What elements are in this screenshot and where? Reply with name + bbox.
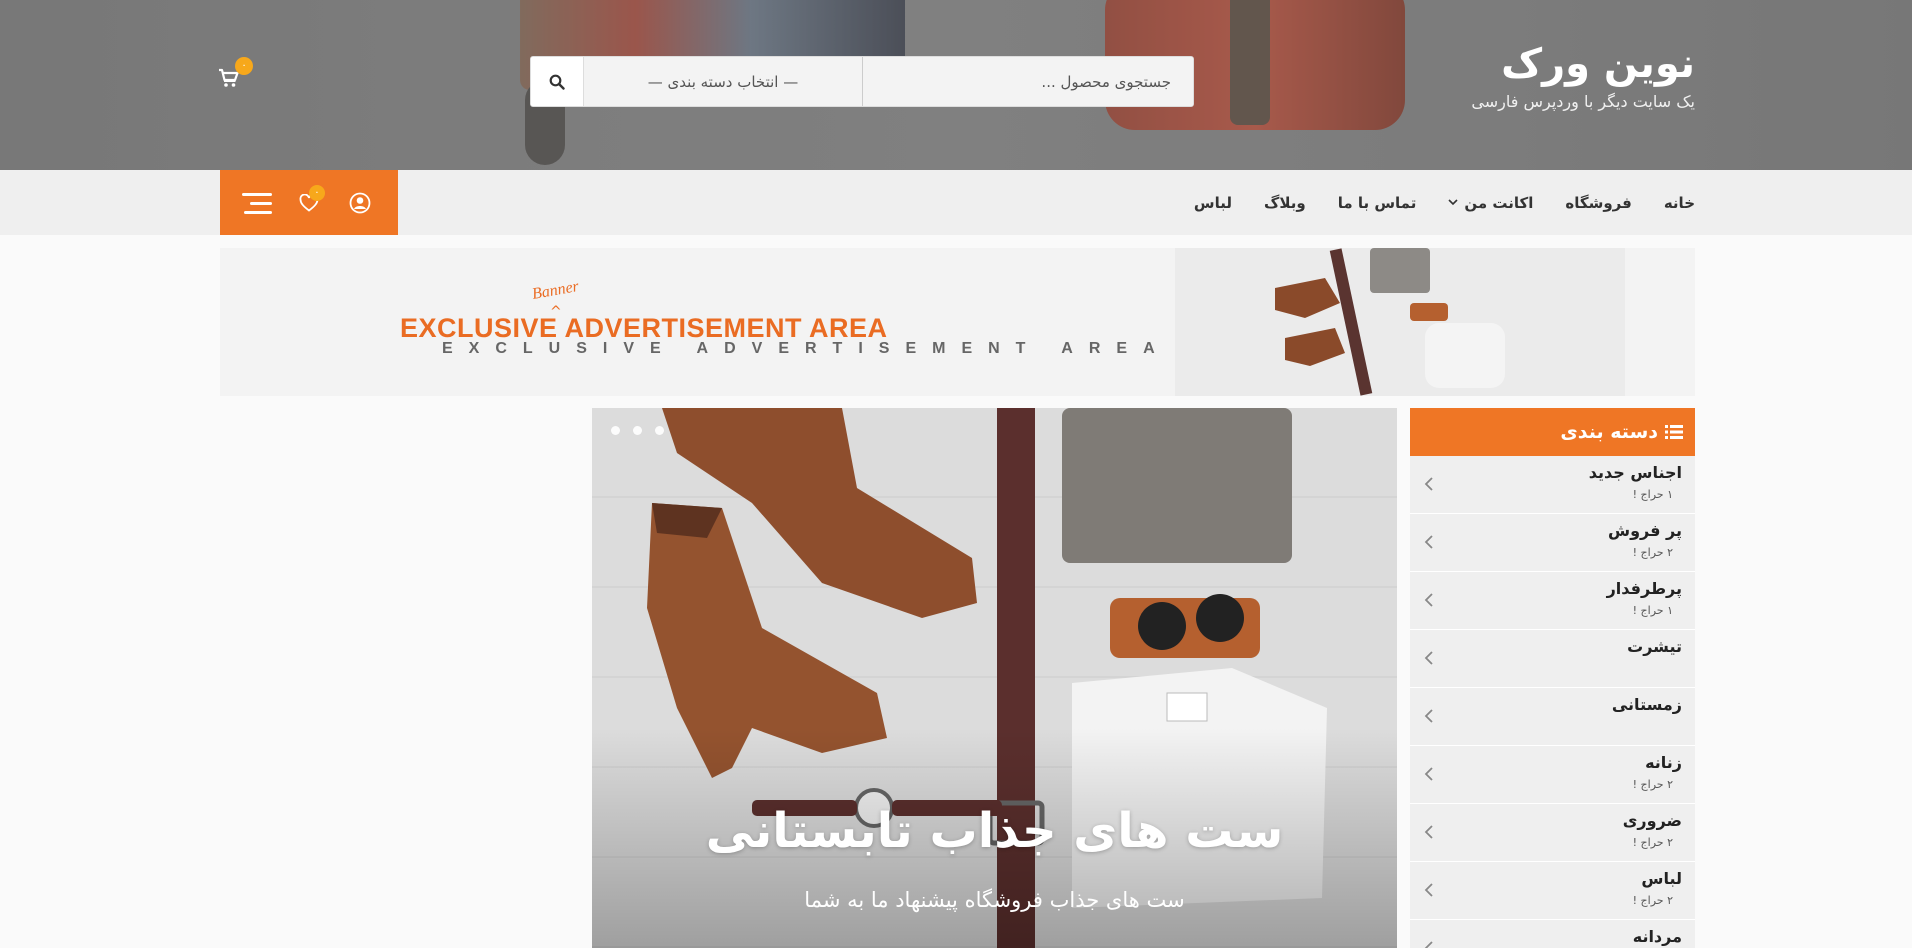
category-sale-count: ۲ حراج ! xyxy=(1632,836,1673,849)
slide-title: ست های جذاب تابستانی xyxy=(705,803,1284,859)
category-sale-count: ۲ حراج ! xyxy=(1632,778,1673,791)
nav-item-label: اکانت من xyxy=(1464,193,1534,212)
category-name: زمستانی xyxy=(1611,695,1682,714)
category-sidebar-title: دسته بندی xyxy=(1560,421,1658,443)
category-sidebar: دسته بندی اجناس جدید ۱ حراج ! پر فروش ۲ … xyxy=(1410,408,1695,948)
nav-item-label: لباس xyxy=(1193,193,1232,212)
nav-menu: خانه فروشگاه اکانت من تماس با ما وبلاگ ل… xyxy=(1194,170,1695,235)
category-select[interactable]: — انتخاب دسته بندی — xyxy=(584,57,863,106)
slider-dot[interactable] xyxy=(633,426,642,435)
category-item[interactable]: تیشرت xyxy=(1410,630,1695,688)
banner-subline: EXCLUSIVE ADVERTISEMENT AREA xyxy=(442,340,1171,357)
chevron-down-icon xyxy=(1448,199,1458,206)
category-name: ضروری xyxy=(1622,811,1682,830)
category-item[interactable]: اجناس جدید ۱ حراج ! xyxy=(1410,456,1695,514)
hamburger-menu-icon xyxy=(241,192,272,214)
category-item[interactable]: پر فروش ۲ حراج ! xyxy=(1410,514,1695,572)
category-name: پرطرفدار xyxy=(1606,579,1682,598)
user-icon xyxy=(349,192,371,213)
category-item[interactable]: لباس ۲ حراج ! xyxy=(1410,862,1695,920)
banner-flatlay-image xyxy=(1175,248,1625,396)
chevron-left-icon xyxy=(1424,709,1433,723)
nav-item-my-account[interactable]: اکانت من xyxy=(1448,194,1533,212)
category-sale-count: ۲ حراج ! xyxy=(1632,546,1673,559)
advertisement-banner[interactable]: Banner ^ EXCLUSIVE ADVERTISEMENT AREA EX… xyxy=(220,248,1695,396)
slider-dot[interactable] xyxy=(655,426,664,435)
chevron-left-icon xyxy=(1424,941,1433,948)
nav-item-home[interactable]: خانه xyxy=(1664,194,1695,212)
category-sale-count: ۱ حراج ! xyxy=(1632,488,1673,501)
site-header: نوین ورک یک سایت دیگر با وردپرس فارسی — … xyxy=(0,0,1912,170)
chevron-left-icon xyxy=(1424,651,1433,665)
chevron-left-icon xyxy=(1424,825,1433,839)
wishlist-button[interactable]: ۰ xyxy=(291,184,327,221)
nav-item-shop[interactable]: فروشگاه xyxy=(1565,194,1631,212)
hero-slider[interactable]: ست های جذاب تابستانی ست های جذاب فروشگاه… xyxy=(592,408,1397,948)
category-name: اجناس جدید xyxy=(1588,463,1682,482)
nav-item-label: خانه xyxy=(1663,193,1695,212)
chevron-left-icon xyxy=(1424,477,1433,491)
slide-subtitle: ست های جذاب فروشگاه پیشنهاد ما به شما xyxy=(804,888,1185,912)
category-item[interactable]: زنانه ۲ حراج ! xyxy=(1410,746,1695,804)
product-search-form: — انتخاب دسته بندی — xyxy=(530,56,1194,107)
site-title[interactable]: نوین ورک xyxy=(1471,40,1695,88)
category-name: لباس xyxy=(1641,869,1682,888)
slider-dot[interactable] xyxy=(611,426,620,435)
banner-script-word: Banner xyxy=(530,278,581,303)
nav-item-contact[interactable]: تماس با ما xyxy=(1338,194,1417,212)
nav-tools: ۰ xyxy=(220,170,398,235)
banner-product-photo xyxy=(1175,248,1625,396)
site-branding: نوین ورک یک سایت دیگر با وردپرس فارسی xyxy=(1471,40,1695,111)
list-icon xyxy=(1665,425,1683,439)
chevron-left-icon xyxy=(1424,767,1433,781)
category-item[interactable]: زمستانی xyxy=(1410,688,1695,746)
chevron-left-icon xyxy=(1424,883,1433,897)
category-sidebar-header: دسته بندی xyxy=(1410,408,1695,456)
nav-item-clothing[interactable]: لباس xyxy=(1194,194,1232,212)
chevron-left-icon xyxy=(1424,593,1433,607)
category-item[interactable]: پرطرفدار ۱ حراج ! xyxy=(1410,572,1695,630)
nav-item-label: وبلاگ xyxy=(1263,193,1306,212)
search-button[interactable] xyxy=(531,57,584,106)
category-item[interactable]: مردانه xyxy=(1410,920,1695,948)
main-navigation: خانه فروشگاه اکانت من تماس با ما وبلاگ ل… xyxy=(0,170,1912,235)
category-name: مردانه xyxy=(1632,927,1682,946)
wishlist-count-badge: ۰ xyxy=(308,184,325,201)
cart-count-badge: ۰ xyxy=(235,57,253,75)
category-sale-count: ۲ حراج ! xyxy=(1632,894,1673,907)
category-name: تیشرت xyxy=(1627,637,1682,656)
menu-toggle-button[interactable] xyxy=(240,185,276,221)
category-name: پر فروش xyxy=(1608,521,1682,540)
nav-item-label: فروشگاه xyxy=(1565,193,1632,212)
category-sale-count: ۱ حراج ! xyxy=(1632,604,1673,617)
category-item[interactable]: ضروری ۲ حراج ! xyxy=(1410,804,1695,862)
nav-item-blog[interactable]: وبلاگ xyxy=(1264,194,1306,212)
slider-pagination xyxy=(611,426,664,435)
account-button[interactable] xyxy=(342,185,378,221)
search-icon xyxy=(549,74,565,90)
search-input[interactable] xyxy=(863,57,1193,106)
site-tagline: یک سایت دیگر با وردپرس فارسی xyxy=(1471,92,1695,111)
category-name: زنانه xyxy=(1645,753,1682,772)
cart-button[interactable]: ۰ xyxy=(218,57,253,88)
chevron-left-icon xyxy=(1424,535,1433,549)
nav-item-label: تماس با ما xyxy=(1337,193,1417,212)
